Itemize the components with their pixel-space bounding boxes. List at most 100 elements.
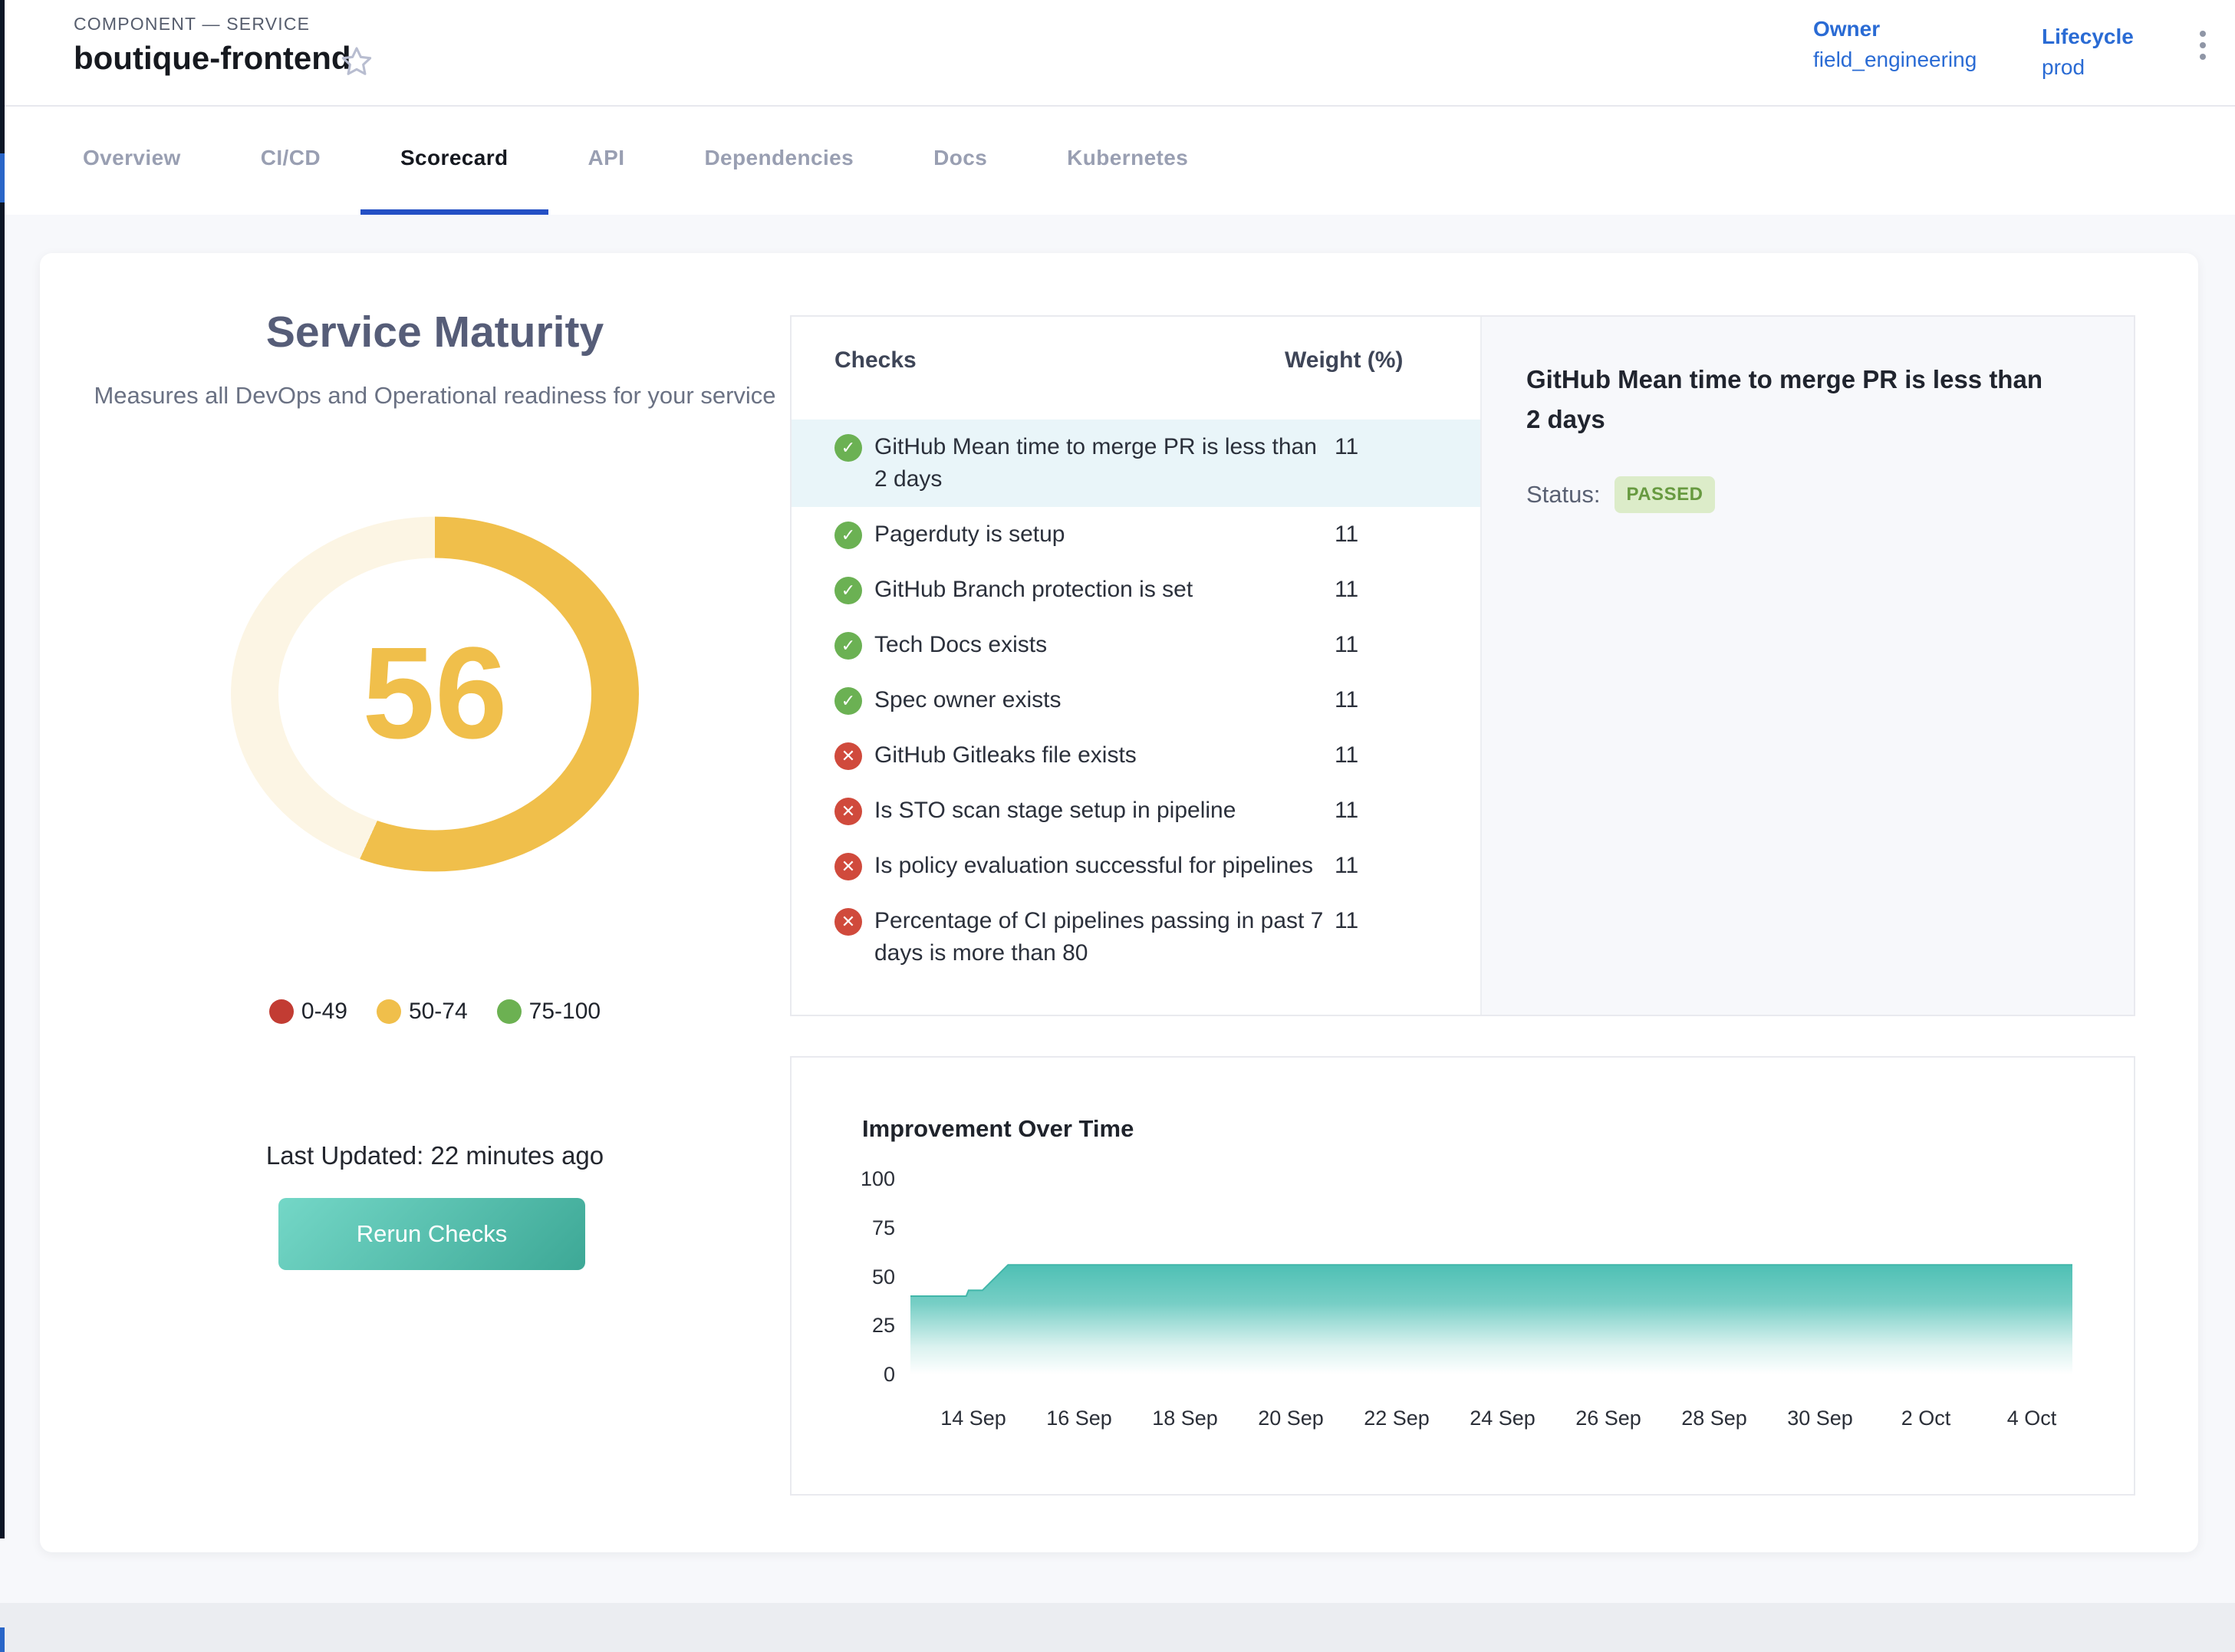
y-tick-100: 100 bbox=[807, 1167, 895, 1190]
check-weight: 11 bbox=[1335, 905, 1358, 937]
legend-dot bbox=[497, 999, 522, 1024]
x-tick-2-oct: 2 Oct bbox=[1901, 1407, 1951, 1430]
check-weight: 11 bbox=[1335, 518, 1358, 551]
check-status-row: Status: PASSED bbox=[1526, 476, 2089, 513]
check-passed-icon: ✓ bbox=[834, 577, 862, 604]
check-row[interactable]: ✓ Pagerduty is setup11 bbox=[792, 507, 1480, 562]
favorite-star-icon[interactable] bbox=[339, 44, 374, 80]
y-tick-75: 75 bbox=[807, 1216, 895, 1239]
improvement-chart-panel: Improvement Over Time 100 75 50 25 0 14 Sep 1… bbox=[790, 1056, 2135, 1496]
scorecard-page: COMPONENT — SERVICE boutique-frontend Ow… bbox=[0, 0, 2235, 1652]
check-row[interactable]: ✕ GitHub Gitleaks file exists11 bbox=[792, 728, 1480, 783]
check-weight: 11 bbox=[1335, 574, 1358, 606]
page-title: boutique-frontend bbox=[74, 40, 351, 77]
checks-panel: Checks Weight (%) ✓ GitHub Mean time to m… bbox=[790, 315, 2135, 1016]
owner-value-link[interactable]: field_engineering bbox=[1813, 48, 1977, 72]
legend-item-0-49: 0-49 bbox=[269, 999, 347, 1025]
check-weight: 11 bbox=[1335, 684, 1358, 716]
more-options-icon[interactable] bbox=[2187, 31, 2218, 77]
check-label: Percentage of CI pipelines passing in pa… bbox=[874, 905, 1335, 969]
x-tick-18-sep: 18 Sep bbox=[1152, 1407, 1218, 1430]
check-row[interactable]: ✓ GitHub Mean time to merge PR is less th… bbox=[792, 420, 1480, 507]
score-legend: 0-49 50-74 75-100 bbox=[128, 999, 742, 1025]
tab-overview[interactable]: Overview bbox=[43, 107, 221, 215]
check-row[interactable]: ✓ Tech Docs exists11 bbox=[792, 617, 1480, 673]
legend-dot bbox=[269, 999, 294, 1024]
tab-dependencies[interactable]: Dependencies bbox=[664, 107, 894, 215]
check-label: Is STO scan stage setup in pipeline bbox=[874, 795, 1335, 827]
tab-api[interactable]: API bbox=[548, 107, 665, 215]
breadcrumb: COMPONENT — SERVICE bbox=[74, 14, 310, 35]
check-weight: 11 bbox=[1335, 795, 1358, 827]
check-label: GitHub Branch protection is set bbox=[874, 574, 1335, 606]
check-row[interactable]: ✓ Spec owner exists11 bbox=[792, 673, 1480, 728]
scorecard-card: Service Maturity Measures all DevOps and… bbox=[40, 253, 2198, 1552]
rerun-checks-button[interactable]: Rerun Checks bbox=[278, 1198, 585, 1270]
y-tick-50: 50 bbox=[807, 1265, 895, 1288]
check-weight: 11 bbox=[1335, 739, 1358, 772]
page-header: COMPONENT — SERVICE boutique-frontend Ow… bbox=[5, 0, 2235, 107]
check-weight: 11 bbox=[1335, 850, 1358, 882]
status-label: Status: bbox=[1526, 481, 1601, 508]
footer-band bbox=[0, 1603, 2235, 1652]
x-tick-22-sep: 22 Sep bbox=[1364, 1407, 1430, 1430]
tab-scorecard[interactable]: Scorecard bbox=[360, 107, 548, 215]
left-scroll-indicator-bottom[interactable] bbox=[0, 1627, 5, 1652]
check-label: GitHub Mean time to merge PR is less tha… bbox=[874, 431, 1335, 495]
check-row[interactable]: ✕ Is policy evaluation successful for pip… bbox=[792, 838, 1480, 893]
x-tick-20-sep: 20 Sep bbox=[1258, 1407, 1324, 1430]
check-passed-icon: ✓ bbox=[834, 632, 862, 660]
check-label: Spec owner exists bbox=[874, 684, 1335, 716]
checks-column-header: Checks bbox=[834, 347, 917, 373]
check-failed-icon: ✕ bbox=[834, 853, 862, 880]
last-updated-text: Last Updated: 22 minutes ago bbox=[128, 1141, 742, 1170]
x-tick-28-sep: 28 Sep bbox=[1681, 1407, 1747, 1430]
lifecycle-label: Lifecycle bbox=[2042, 25, 2134, 49]
checks-table: Checks Weight (%) ✓ GitHub Mean time to m… bbox=[792, 317, 1480, 1015]
tab-bar: OverviewCI/CDScorecardAPIDependenciesDoc… bbox=[5, 107, 2235, 215]
check-failed-icon: ✕ bbox=[834, 798, 862, 825]
scorecard-subtitle: Measures all DevOps and Operational read… bbox=[90, 377, 780, 413]
scorecard-title: Service Maturity bbox=[166, 307, 703, 357]
check-label: Is policy evaluation successful for pipe… bbox=[874, 850, 1335, 882]
check-passed-icon: ✓ bbox=[834, 522, 862, 549]
weight-column-header: Weight (%) bbox=[1285, 347, 1403, 374]
tab-ci-cd[interactable]: CI/CD bbox=[221, 107, 360, 215]
x-tick-26-sep: 26 Sep bbox=[1575, 1407, 1641, 1430]
check-passed-icon: ✓ bbox=[834, 687, 862, 715]
legend-dot bbox=[377, 999, 401, 1024]
status-badge: PASSED bbox=[1615, 476, 1716, 513]
lifecycle-value: prod bbox=[2042, 55, 2085, 80]
x-tick-16-sep: 16 Sep bbox=[1046, 1407, 1112, 1430]
area-chart bbox=[910, 1167, 2072, 1382]
check-detail-panel: GitHub Mean time to merge PR is less tha… bbox=[1480, 317, 2134, 1015]
tab-kubernetes[interactable]: Kubernetes bbox=[1027, 107, 1228, 215]
x-tick-4-oct: 4 Oct bbox=[2007, 1407, 2057, 1430]
chart-title: Improvement Over Time bbox=[862, 1115, 1134, 1143]
check-label: GitHub Gitleaks file exists bbox=[874, 739, 1335, 772]
check-detail-title: GitHub Mean time to merge PR is less tha… bbox=[1526, 360, 2063, 439]
check-weight: 11 bbox=[1335, 629, 1358, 661]
legend-item-75-100: 75-100 bbox=[497, 999, 601, 1025]
x-tick-30-sep: 30 Sep bbox=[1787, 1407, 1853, 1430]
x-tick-14-sep: 14 Sep bbox=[940, 1407, 1006, 1430]
y-tick-25: 25 bbox=[807, 1314, 895, 1337]
check-weight: 11 bbox=[1335, 431, 1358, 463]
y-tick-0: 0 bbox=[807, 1363, 895, 1386]
owner-label: Owner bbox=[1813, 17, 1880, 41]
tab-docs[interactable]: Docs bbox=[894, 107, 1027, 215]
check-passed-icon: ✓ bbox=[834, 434, 862, 462]
checks-rows: ✓ GitHub Mean time to merge PR is less th… bbox=[792, 420, 1480, 981]
check-row[interactable]: ✕ Is STO scan stage setup in pipeline11 bbox=[792, 783, 1480, 838]
check-row[interactable]: ✕ Percentage of CI pipelines passing in p… bbox=[792, 893, 1480, 981]
legend-item-50-74: 50-74 bbox=[377, 999, 468, 1025]
left-nav-edge bbox=[0, 0, 5, 1538]
check-failed-icon: ✕ bbox=[834, 908, 862, 936]
check-failed-icon: ✕ bbox=[834, 742, 862, 770]
check-label: Tech Docs exists bbox=[874, 629, 1335, 661]
check-label: Pagerduty is setup bbox=[874, 518, 1335, 551]
maturity-score: 56 bbox=[231, 628, 639, 759]
checks-table-header: Checks Weight (%) bbox=[792, 347, 1480, 381]
x-tick-24-sep: 24 Sep bbox=[1470, 1407, 1536, 1430]
check-row[interactable]: ✓ GitHub Branch protection is set11 bbox=[792, 562, 1480, 617]
